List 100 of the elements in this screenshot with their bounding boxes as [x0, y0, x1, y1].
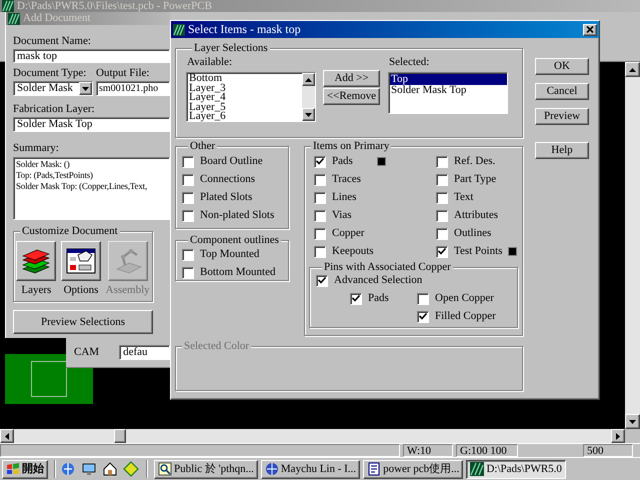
close-button[interactable] [583, 24, 597, 36]
checkbox[interactable] [436, 174, 448, 186]
checkbox[interactable] [417, 292, 429, 304]
checkbox[interactable] [436, 210, 448, 222]
right-arrow-icon [616, 432, 620, 440]
field-label: Fabrication Layer: [13, 103, 96, 116]
checkbox[interactable] [436, 228, 448, 240]
app-icon [8, 12, 20, 24]
list-item[interactable]: Layer_3 [189, 84, 302, 93]
checkbox[interactable] [314, 192, 326, 204]
checkbox[interactable] [182, 192, 194, 204]
color-swatch[interactable] [508, 247, 518, 256]
check-icon [352, 295, 360, 302]
quick-launch-button[interactable] [101, 460, 119, 478]
start-label: 開始 [22, 462, 44, 476]
list-item[interactable]: Solder Mask Top [390, 85, 507, 96]
checkbox-label: Ref. Des. [454, 155, 496, 168]
checkbox[interactable] [314, 174, 326, 186]
up-arrow-icon [305, 78, 312, 82]
scroll-thumb[interactable] [114, 429, 126, 443]
list-item[interactable]: Top [390, 74, 507, 85]
list-item[interactable]: Layer_6 [189, 112, 302, 122]
scroll-down-button[interactable] [625, 414, 640, 429]
dialog-button[interactable]: Help [535, 142, 589, 159]
document-icon [367, 462, 382, 476]
checkbox-label: Plated Slots [200, 191, 252, 204]
scroll-down-button[interactable] [302, 108, 315, 121]
list-scrollbar[interactable] [302, 73, 315, 121]
checkbox[interactable] [314, 210, 326, 222]
checkbox[interactable] [314, 228, 326, 240]
group-label: Layer Selections [192, 43, 270, 54]
app-icon [470, 462, 484, 476]
check-icon [438, 248, 446, 255]
scroll-up-button[interactable] [302, 73, 315, 86]
checkbox-label: Outlines [454, 227, 492, 240]
customize-button[interactable] [60, 241, 101, 281]
checkbox[interactable] [436, 156, 448, 168]
button-caption: Options [64, 284, 98, 297]
down-arrow-icon [305, 112, 312, 116]
vertical-scrollbar[interactable] [625, 62, 640, 429]
taskbar-button[interactable]: power pcb使用... [363, 460, 464, 478]
dialog-button[interactable]: Cancel [535, 83, 589, 100]
list-item[interactable]: Layer_4 [189, 93, 302, 102]
scroll-left-button[interactable] [0, 429, 14, 443]
checkbox[interactable] [436, 192, 448, 204]
checkbox-label: Vias [332, 209, 352, 222]
checkbox-label: Copper [332, 227, 364, 240]
horizontal-scrollbar[interactable] [0, 429, 625, 443]
dropdown-button[interactable] [79, 82, 92, 95]
checkbox[interactable] [436, 246, 448, 258]
windows-flag-icon [6, 463, 20, 475]
input-field[interactable]: mask top [13, 49, 170, 63]
checkbox[interactable] [182, 210, 194, 222]
input-field[interactable]: defau [119, 345, 170, 360]
down-arrow-icon [82, 86, 89, 90]
close-icon [586, 26, 594, 33]
magnifier-icon [158, 462, 172, 476]
checkbox-label: Filled Copper [435, 310, 496, 323]
checkbox[interactable] [182, 174, 194, 186]
taskbar-button[interactable]: D:\Pads\PWR5.0 [466, 460, 566, 478]
scroll-up-button[interactable] [625, 62, 640, 77]
list-box[interactable]: Top Solder Mask Top [388, 72, 508, 114]
taskbar-button[interactable]: Public 於 'pthqn... [154, 460, 258, 478]
checkbox[interactable] [316, 274, 328, 286]
field-label: Document Name: [13, 35, 92, 48]
input-field[interactable]: Solder Mask Top [13, 117, 170, 132]
color-swatch[interactable] [377, 157, 386, 166]
checkbox[interactable] [314, 246, 326, 258]
checkbox-label: Non-plated Slots [200, 209, 274, 222]
checkbox[interactable] [182, 266, 194, 278]
checkbox[interactable] [182, 156, 194, 168]
summary-field[interactable]: Solder Mask: () Top: (Pads,TestPoints) Solder Mask Top: (Copper,Lines,Text, [13, 157, 170, 220]
group-label: Items on Primary [311, 141, 392, 152]
checkbox[interactable] [417, 310, 429, 322]
button-caption: Layers [21, 284, 52, 297]
start-button[interactable]: 開始 [2, 460, 48, 478]
dialog-button[interactable]: OK [535, 58, 589, 75]
dialog-button[interactable]: Preview [535, 108, 589, 125]
taskbar-button[interactable]: Maychu Lin - I... [260, 460, 360, 478]
checkbox-label: Pads [332, 155, 353, 168]
remove-button[interactable]: <<Remove [323, 88, 380, 105]
list-box[interactable]: Bottom Layer_3 Layer_4 Layer_5 Layer_6 [186, 72, 316, 122]
left-arrow-icon [5, 432, 9, 440]
browser-icon [60, 461, 76, 477]
group-label: Selected Color [182, 341, 252, 352]
list-item[interactable]: Bottom [189, 74, 302, 84]
document-type-dropdown[interactable]: Solder Mask [13, 81, 93, 96]
globe-icon [264, 462, 279, 476]
checkbox[interactable] [182, 248, 194, 260]
add-button[interactable]: Add >> [323, 70, 380, 87]
checkbox[interactable] [350, 292, 362, 304]
group-label: Pins with Associated Copper [322, 262, 453, 273]
checkbox-label: Part Type [454, 173, 496, 186]
preview-selections-button[interactable]: Preview Selections [13, 310, 153, 334]
scroll-right-button[interactable] [611, 429, 625, 443]
list-item[interactable]: Layer_5 [189, 102, 302, 112]
checkbox[interactable] [314, 156, 326, 168]
field-label: Summary: [13, 142, 60, 155]
customize-button[interactable] [16, 241, 56, 281]
input-field[interactable]: sm001021.pho [96, 81, 170, 96]
